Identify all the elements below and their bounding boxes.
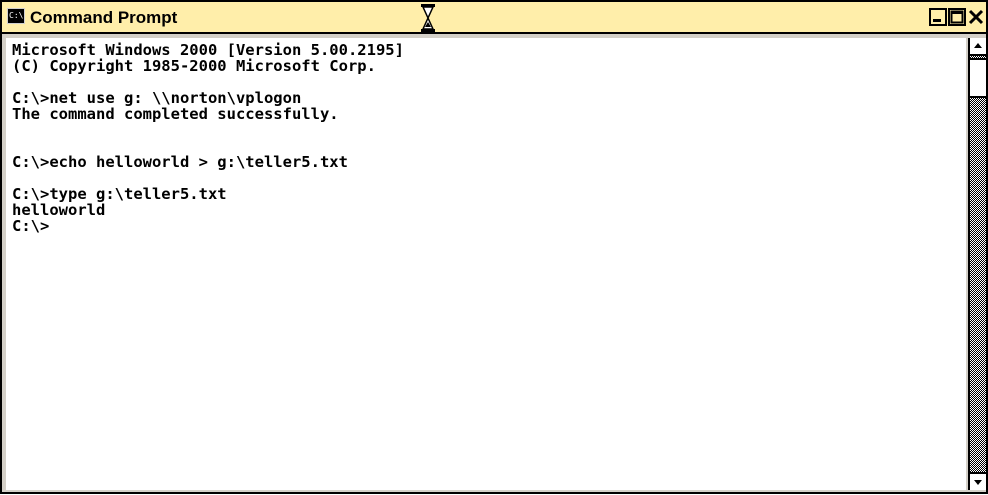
command-prompt-window[interactable]: C:\ Command Prompt Microsoft Windows 200… (0, 0, 988, 494)
scroll-thumb[interactable] (970, 58, 986, 98)
title-bar[interactable]: C:\ Command Prompt (2, 2, 986, 34)
arrow-up-icon (974, 43, 982, 48)
console-icon-text: C:\ (9, 11, 24, 20)
close-icon (968, 9, 984, 25)
hourglass-icon (421, 4, 435, 32)
console-output-area[interactable]: Microsoft Windows 2000 [Version 5.00.219… (6, 38, 966, 490)
arrow-down-icon (974, 480, 982, 485)
console-line: The command completed successfully. (12, 105, 339, 123)
console-icon[interactable]: C:\ (7, 8, 25, 24)
window-title: Command Prompt (30, 8, 178, 27)
console-prompt: C:\> (12, 217, 50, 235)
console-line: C:\>echo helloworld > g:\teller5.txt (12, 153, 348, 171)
maximize-icon (950, 10, 964, 24)
console-line: (C) Copyright 1985-2000 Microsoft Corp. (12, 57, 376, 75)
vertical-scrollbar[interactable] (968, 38, 986, 490)
console-output: Microsoft Windows 2000 [Version 5.00.219… (6, 38, 966, 234)
scroll-down-button[interactable] (970, 472, 986, 490)
minimize-button[interactable] (929, 8, 947, 26)
close-button[interactable] (967, 8, 985, 26)
maximize-button[interactable] (948, 8, 966, 26)
minimize-icon (933, 19, 941, 22)
scroll-up-button[interactable] (970, 38, 986, 56)
